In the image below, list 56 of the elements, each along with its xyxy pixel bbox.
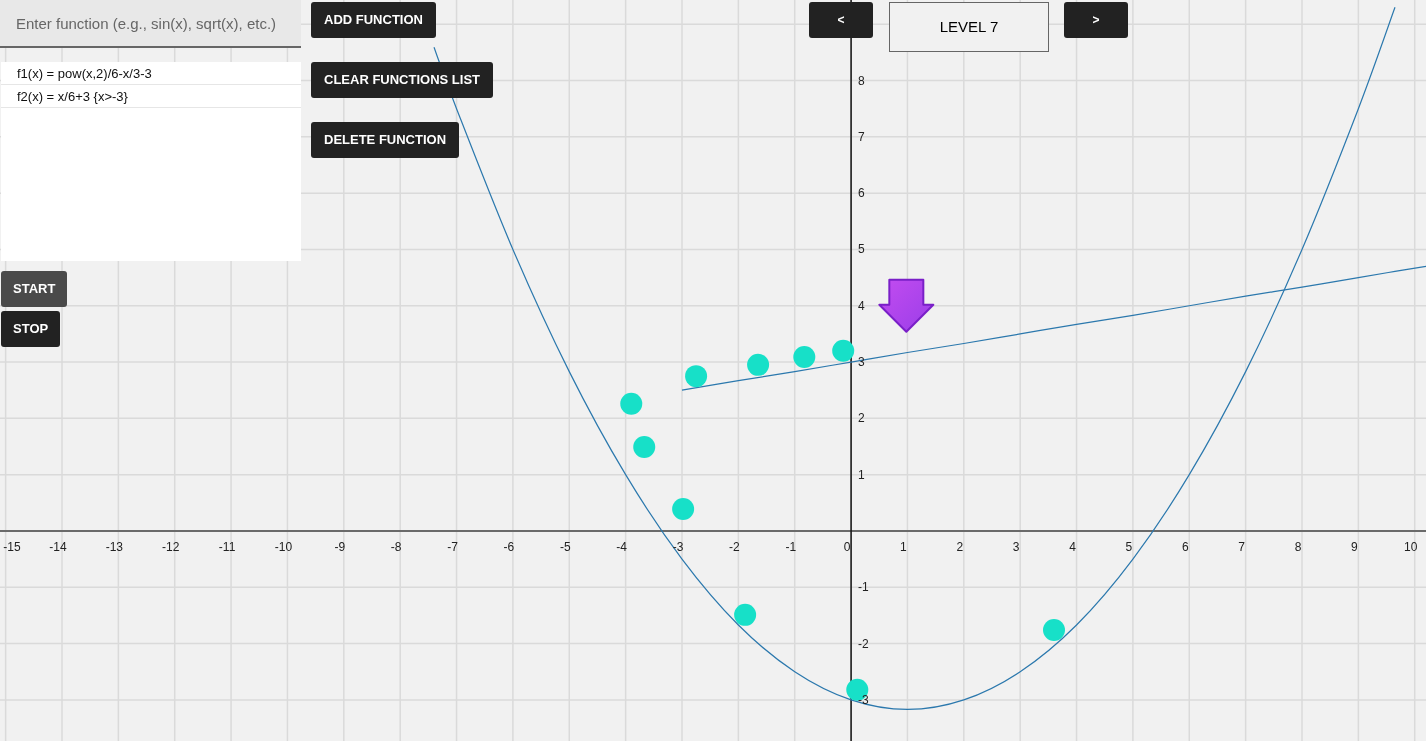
axis-label: 10	[1404, 539, 1418, 554]
axis-label: 5	[1125, 539, 1133, 554]
axis-label: 4	[858, 298, 865, 313]
target-dot	[734, 603, 757, 626]
axis-label: 4	[1069, 539, 1076, 554]
axis-label: -14	[49, 539, 67, 554]
axis-label: -13	[105, 539, 124, 554]
list-item[interactable]: f2(x) = x/6+3 {x>-3}	[1, 85, 301, 108]
axis-label: 3	[1012, 539, 1020, 554]
axis-label: 6	[858, 186, 865, 201]
axis-label: 2	[956, 539, 964, 554]
axis-label: 1	[858, 467, 865, 482]
previous-level-button[interactable]: <	[809, 2, 873, 38]
axis-label: -3	[672, 539, 684, 554]
target-dot	[747, 353, 770, 376]
axis-label: -10	[274, 539, 293, 554]
input-field[interactable]: Enter function (e.g., sin(x), sqrt(x), etc.)	[0, 0, 301, 48]
axis-label: -11	[218, 539, 236, 554]
axis-label: 1	[900, 539, 907, 554]
axis-label: 0	[843, 539, 851, 554]
target-dot	[1043, 619, 1065, 642]
axis-label: 2	[858, 411, 865, 426]
target-dot	[620, 392, 643, 415]
down-arrow-icon	[878, 278, 935, 333]
next-level-button[interactable]: >	[1064, 2, 1128, 38]
axis-label: -6	[503, 539, 515, 554]
axis-label: -7	[447, 539, 458, 554]
axis-label: 7	[858, 129, 865, 144]
axis-label: -1	[858, 580, 869, 595]
axis-label: -8	[390, 539, 402, 554]
target-dot	[832, 339, 855, 362]
action-button[interactable]: ADD FUNCTION	[311, 2, 436, 38]
axis-label: -5	[559, 539, 571, 554]
target-dot	[672, 498, 695, 520]
run-button[interactable]: START	[1, 271, 68, 307]
level-indicator: LEVEL 7	[889, 2, 1049, 52]
action-button[interactable]: CLEAR FUNCTIONS LIST	[311, 62, 493, 98]
axis-label: -4	[616, 539, 627, 554]
axis-label: -2	[729, 539, 740, 554]
axis-label: -1	[785, 539, 797, 554]
axis-label: 6	[1181, 539, 1189, 554]
axis-label: -12	[162, 539, 180, 554]
target-dot	[685, 365, 708, 388]
axis-label: 7	[1238, 539, 1245, 554]
target-dot	[633, 436, 656, 459]
target-dot	[793, 346, 816, 368]
run-button[interactable]: STOP	[1, 311, 61, 347]
axis-label: 9	[1351, 539, 1358, 554]
list-item[interactable]: f1(x) = pow(x,2)/6-x/3-3	[1, 62, 301, 85]
axis-label: 8	[858, 73, 865, 88]
axis-label: 8	[1294, 539, 1302, 554]
axis-label: -15	[3, 539, 21, 554]
axis-label: 5	[858, 242, 865, 257]
axis-label: -9	[334, 539, 346, 554]
action-button[interactable]: DELETE FUNCTION	[311, 122, 460, 158]
axis-label: -2	[858, 636, 869, 651]
